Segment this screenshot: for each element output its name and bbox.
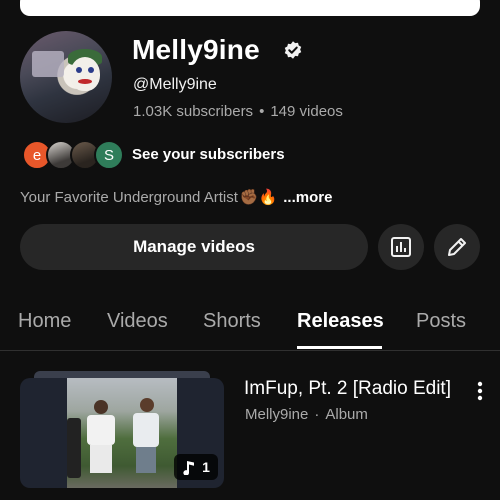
avatar-mouth — [78, 79, 92, 84]
channel-tabs: Home Videos Shorts Releases Posts — [0, 300, 500, 350]
channel-bio[interactable]: Your Favorite Underground Artist ✊🏾🔥 ...mo… — [20, 188, 332, 206]
tabs-divider — [0, 350, 500, 351]
channel-stats: 1.03K subscribers • 149 videos — [133, 103, 343, 120]
analytics-button[interactable] — [378, 224, 424, 270]
track-count-badge: 1 — [174, 454, 218, 480]
channel-handle: @Melly9ine — [133, 76, 217, 93]
stats-separator: • — [259, 103, 265, 120]
music-note-icon — [183, 461, 195, 475]
track-count: 1 — [202, 459, 210, 475]
release-type: Album — [325, 406, 368, 423]
bio-text: Your Favorite Underground Artist — [20, 189, 238, 206]
bio-emoji: ✊🏾🔥 — [239, 189, 278, 206]
tab-shorts[interactable]: Shorts — [203, 310, 261, 333]
pencil-icon — [448, 238, 466, 256]
avatar-background-screen — [32, 51, 64, 77]
analytics-icon — [391, 237, 411, 257]
avatar-eye — [88, 67, 94, 73]
avatar-face — [70, 57, 100, 91]
active-tab-indicator — [297, 346, 382, 349]
tab-videos[interactable]: Videos — [107, 310, 168, 333]
tab-posts[interactable]: Posts — [416, 310, 466, 333]
manage-videos-button[interactable]: Manage videos — [20, 224, 368, 270]
thumbnail-car — [67, 418, 81, 478]
tab-home[interactable]: Home — [18, 310, 71, 333]
thumbnail-person — [87, 400, 115, 480]
release-thumbnail[interactable] — [67, 378, 177, 488]
search-bar[interactable] — [20, 0, 480, 16]
avatar-eye — [76, 67, 82, 73]
subscriber-avatars[interactable]: e S — [22, 140, 124, 170]
tab-releases[interactable]: Releases — [297, 310, 384, 333]
release-title[interactable]: ImFup, Pt. 2 [Radio Edit] — [244, 378, 451, 400]
thumbnail-person — [133, 398, 161, 478]
release-meta: Melly9ine · Album — [245, 406, 368, 423]
subscriber-count: 1.03K subscribers — [133, 103, 254, 120]
channel-name: Melly9ine — [132, 34, 260, 65]
bio-more-link[interactable]: ...more — [283, 189, 332, 206]
video-count: 149 videos — [270, 103, 343, 120]
verified-badge-icon — [284, 41, 302, 59]
more-vertical-icon[interactable] — [470, 380, 490, 402]
edit-button[interactable] — [434, 224, 480, 270]
subscriber-avatar: S — [94, 140, 124, 170]
release-artist: Melly9ine — [245, 406, 309, 423]
release-separator: · — [314, 406, 320, 423]
see-subscribers-link[interactable]: See your subscribers — [132, 146, 285, 163]
channel-avatar[interactable] — [20, 31, 112, 123]
